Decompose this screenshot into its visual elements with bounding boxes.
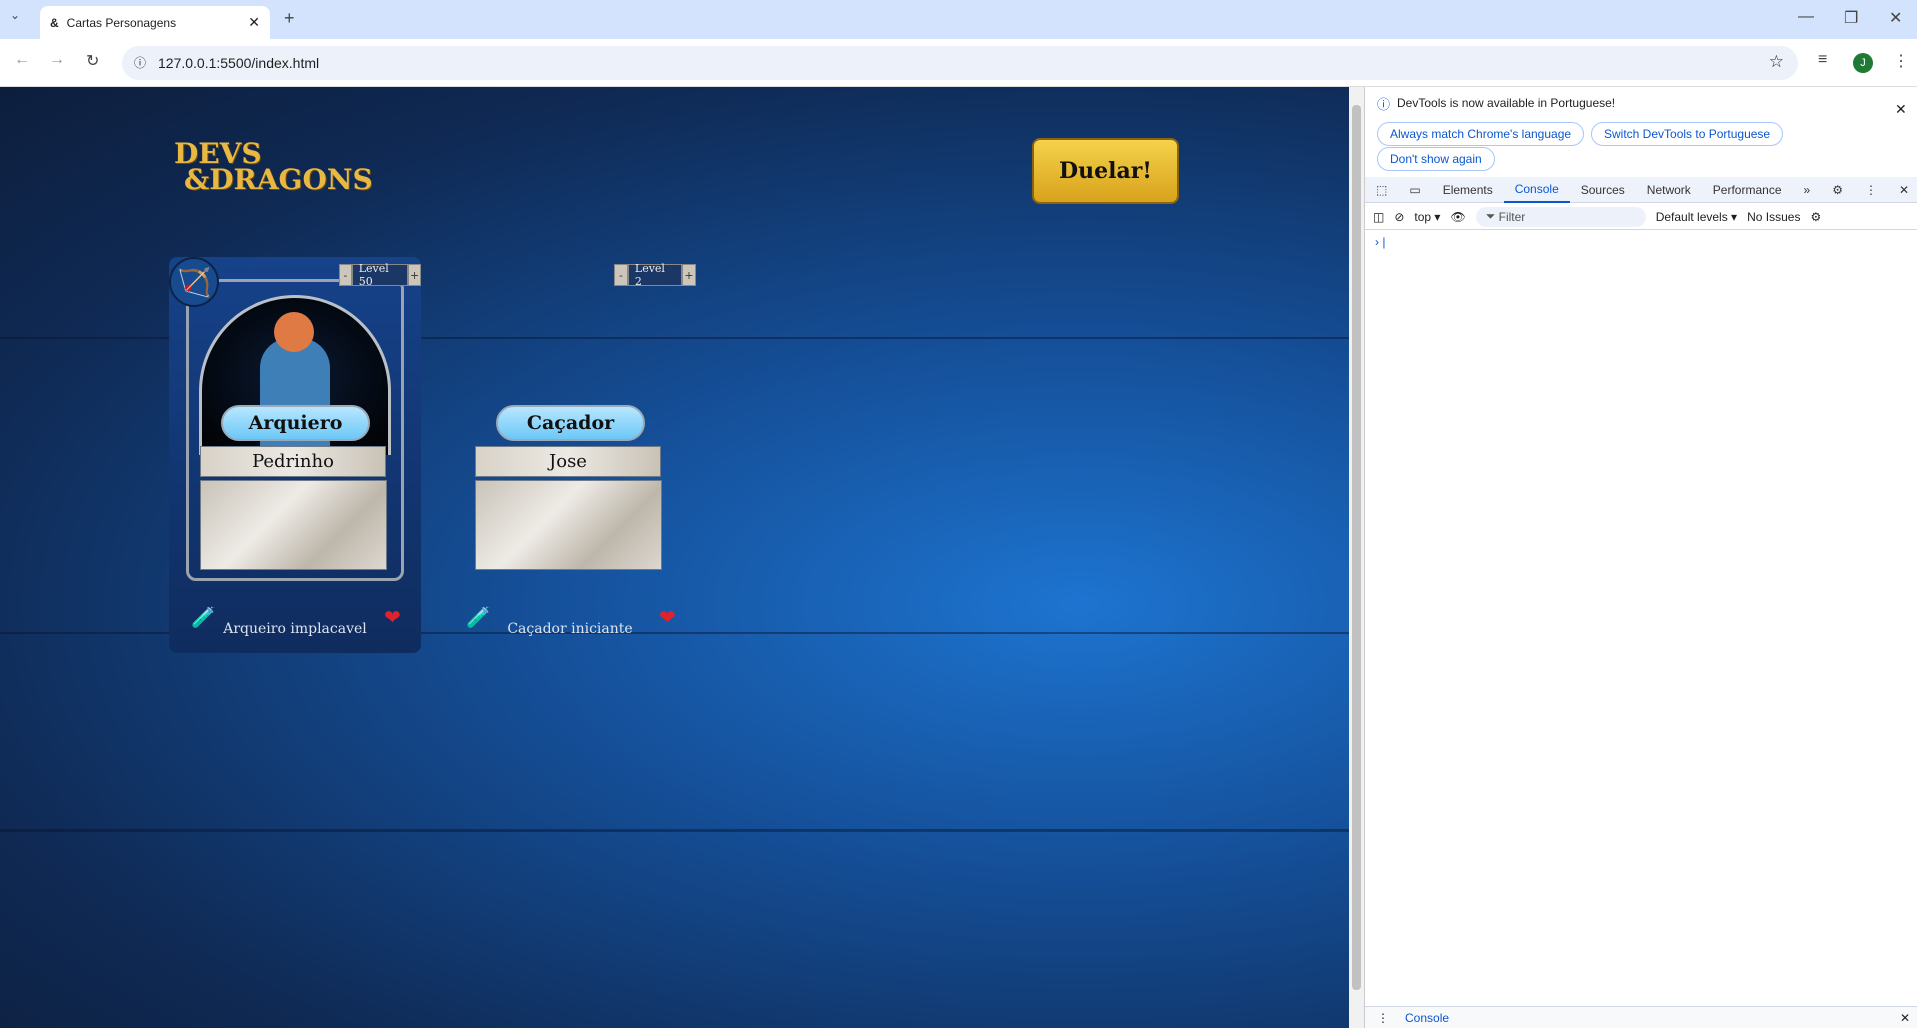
close-drawer-icon[interactable]: ✕ — [1900, 1011, 1910, 1025]
dont-show-again-button[interactable]: Don't show again — [1377, 147, 1495, 171]
address-bar[interactable]: ⓘ 127.0.0.1:5500/index.html ☆ — [122, 46, 1798, 80]
close-window-icon[interactable]: ✕ — [1889, 8, 1902, 28]
menu-icon[interactable]: ⋮ — [1893, 51, 1909, 71]
console-settings-icon[interactable]: ⚙ — [1810, 210, 1821, 224]
minimize-icon[interactable]: — — [1798, 8, 1814, 26]
level-value: Level 50 — [351, 262, 409, 288]
live-expression-icon[interactable]: 👁 — [1450, 210, 1465, 224]
device-toolbar-icon[interactable]: ▭ — [1398, 177, 1431, 203]
close-tab-icon[interactable]: ✕ — [248, 14, 260, 31]
scrollbar-thumb[interactable] — [1352, 105, 1361, 990]
log-levels-dropdown[interactable]: Default levels ▾ — [1656, 210, 1737, 224]
devtools-menu-icon[interactable]: ⋮ — [1854, 177, 1888, 203]
drawer-tab-console[interactable]: Console — [1405, 1011, 1449, 1025]
reload-icon[interactable]: ↻ — [86, 51, 99, 71]
filter-input[interactable]: ⏷ Filter — [1475, 206, 1646, 227]
close-devtools-icon[interactable]: ✕ — [1888, 177, 1917, 203]
tab-performance[interactable]: Performance — [1702, 177, 1793, 203]
site-info-icon[interactable]: ⓘ — [134, 54, 146, 71]
character-name: Jose — [475, 446, 661, 477]
devtools-panel: ⓘ DevTools is now available in Portugues… — [1364, 87, 1917, 1028]
duel-button[interactable]: Duelar! — [1032, 138, 1179, 204]
drawer-menu-icon[interactable]: ⋮ — [1377, 1011, 1389, 1025]
drawer-bar: ⋮ Console ✕ — [1365, 1006, 1917, 1028]
avatar[interactable]: J — [1853, 53, 1873, 73]
new-tab-icon[interactable]: + — [284, 8, 295, 29]
level-control: - Level 50 + — [339, 262, 421, 288]
filter-placeholder: Filter — [1498, 209, 1526, 224]
browser-tab[interactable]: & Cartas Personagens ✕ — [40, 6, 270, 39]
console-toolbar: ◫ ⊘ top ▾ 👁 ⏷ Filter Default levels ▾ No… — [1365, 204, 1917, 230]
card-footer-text: Caçador iniciante — [507, 621, 633, 637]
console-prompt[interactable]: › | — [1375, 235, 1385, 249]
page-scrollbar[interactable] — [1349, 87, 1364, 1028]
media-icon[interactable]: ≡ — [1818, 51, 1827, 69]
level-increase-button[interactable]: + — [408, 264, 421, 286]
filter-icon: ⏷ — [1485, 209, 1499, 223]
info-icon: ⓘ — [1377, 97, 1391, 112]
character-card: - Level 2 + Caçador Jose 🧪 ❤ Caçador ini… — [444, 257, 696, 653]
tab-console[interactable]: Console — [1503, 177, 1570, 203]
logo-line2: &DRAGONS — [184, 163, 373, 196]
context-selector[interactable]: top ▾ — [1414, 210, 1440, 224]
level-decrease-button[interactable]: - — [614, 264, 628, 286]
bow-icon: 🏹 — [169, 257, 219, 307]
tab-strip: ⌄ & Cartas Personagens ✕ + — ❐ ✕ — [0, 0, 1917, 39]
url-text: 127.0.0.1:5500/index.html — [158, 55, 320, 71]
level-increase-button[interactable]: + — [682, 264, 696, 286]
character-description — [200, 480, 387, 570]
character-card: 🏹 - Level 50 + Arquiero Pedrinho 🧪 ❤ Arq… — [169, 257, 421, 653]
level-decrease-button[interactable]: - — [339, 264, 352, 286]
devtools-info-text: DevTools is now available in Portuguese! — [1397, 96, 1616, 110]
inspect-icon[interactable]: ⬚ — [1365, 177, 1398, 203]
bookmark-star-icon[interactable]: ☆ — [1769, 52, 1784, 72]
tab-search-icon[interactable]: ⌄ — [10, 8, 20, 22]
tab-network[interactable]: Network — [1636, 177, 1702, 203]
toolbar: ← → ↻ ⓘ 127.0.0.1:5500/index.html ☆ ≡ J … — [0, 39, 1917, 87]
match-language-button[interactable]: Always match Chrome's language — [1377, 122, 1585, 146]
clear-console-icon[interactable]: ⊘ — [1394, 210, 1404, 224]
restore-icon[interactable]: ❐ — [1844, 8, 1858, 28]
close-infobar-icon[interactable]: ✕ — [1895, 101, 1907, 118]
logo: DEVS &DRAGONS — [174, 140, 373, 196]
devtools-tabs: ⬚ ▭ Elements Console Sources Network Per… — [1365, 177, 1917, 203]
card-footer-text: Arqueiro implacavel — [223, 621, 367, 637]
back-icon[interactable]: ← — [14, 51, 30, 69]
tab-title: Cartas Personagens — [66, 15, 177, 30]
level-control: - Level 2 + — [614, 262, 696, 288]
tab-elements[interactable]: Elements — [1432, 177, 1504, 203]
switch-language-button[interactable]: Switch DevTools to Portuguese — [1591, 122, 1784, 146]
more-tabs-icon[interactable]: » — [1793, 177, 1822, 203]
tab-sources[interactable]: Sources — [1570, 177, 1636, 203]
level-value: Level 2 — [627, 262, 683, 288]
forward-icon[interactable]: → — [49, 51, 65, 69]
settings-icon[interactable]: ⚙ — [1821, 177, 1854, 203]
favicon-icon: & — [50, 15, 59, 30]
sidebar-toggle-icon[interactable]: ◫ — [1373, 210, 1384, 224]
page-viewport: DEVS &DRAGONS Duelar! 🏹 - Level 50 + Arq… — [0, 87, 1349, 1028]
class-badge: Caçador — [496, 405, 645, 441]
character-description — [475, 480, 662, 570]
class-badge: Arquiero — [221, 405, 370, 441]
character-name: Pedrinho — [200, 446, 386, 477]
issues-indicator[interactable]: No Issues — [1747, 210, 1800, 224]
